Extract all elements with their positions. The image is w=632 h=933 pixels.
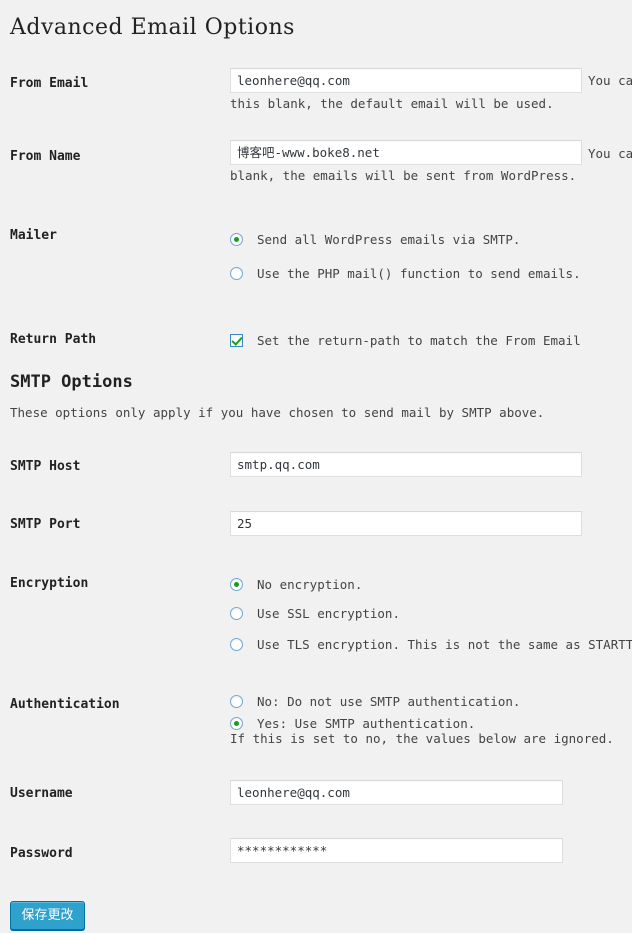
from-email-input[interactable]: leonhere@qq.com bbox=[230, 68, 582, 93]
smtp-host-input[interactable]: smtp.qq.com bbox=[230, 452, 582, 477]
username-label: Username bbox=[10, 786, 73, 801]
return-path-checkbox-row[interactable]: Set the return-path to match the From Em… bbox=[230, 331, 581, 349]
radio-icon[interactable] bbox=[230, 266, 243, 280]
radio-icon[interactable] bbox=[230, 637, 243, 651]
radio-icon[interactable] bbox=[230, 606, 243, 620]
authentication-option-yes-label: Yes: Use SMTP authentication. bbox=[257, 715, 476, 731]
mailer-option-phpmail[interactable]: Use the PHP mail() function to send emai… bbox=[230, 264, 581, 282]
advanced-email-options-page: Advanced Email Options From Email leonhe… bbox=[0, 0, 632, 933]
smtp-options-heading: SMTP Options bbox=[10, 372, 133, 392]
password-input[interactable]: ************ bbox=[230, 838, 563, 863]
smtp-options-intro: These options only apply if you have cho… bbox=[10, 405, 545, 420]
from-email-hint: this blank, the default email will be us… bbox=[230, 96, 554, 111]
mailer-label: Mailer bbox=[10, 228, 57, 243]
smtp-host-label: SMTP Host bbox=[10, 459, 81, 474]
page-title: Advanced Email Options bbox=[10, 15, 295, 40]
from-email-label: From Email bbox=[10, 76, 89, 91]
from-name-side-hint: You ca bbox=[588, 146, 632, 161]
encryption-option-none[interactable]: No encryption. bbox=[230, 575, 362, 593]
mailer-option-phpmail-label: Use the PHP mail() function to send emai… bbox=[257, 265, 581, 281]
smtp-port-label: SMTP Port bbox=[10, 517, 81, 532]
from-name-hint: blank, the emails will be sent from Word… bbox=[230, 168, 577, 183]
from-name-label: From Name bbox=[10, 149, 81, 164]
encryption-option-none-label: No encryption. bbox=[257, 576, 363, 592]
encryption-option-ssl[interactable]: Use SSL encryption. bbox=[230, 604, 400, 622]
username-input[interactable]: leonhere@qq.com bbox=[230, 780, 563, 805]
password-label: Password bbox=[10, 846, 73, 861]
smtp-port-input[interactable]: 25 bbox=[230, 511, 582, 536]
authentication-option-yes[interactable]: Yes: Use SMTP authentication. bbox=[230, 714, 475, 732]
mailer-option-smtp[interactable]: Send all WordPress emails via SMTP. bbox=[230, 230, 520, 248]
checkbox-icon[interactable] bbox=[230, 333, 243, 347]
encryption-option-ssl-label: Use SSL encryption. bbox=[257, 605, 400, 621]
save-changes-button[interactable]: 保存更改 bbox=[10, 901, 85, 930]
encryption-option-tls[interactable]: Use TLS encryption. This is not the same… bbox=[230, 635, 632, 653]
from-email-side-hint: You ca bbox=[588, 73, 632, 88]
from-name-input[interactable]: 博客吧-www.boke8.net bbox=[230, 140, 582, 165]
encryption-label: Encryption bbox=[10, 576, 89, 591]
authentication-option-no[interactable]: No: Do not use SMTP authentication. bbox=[230, 692, 520, 710]
return-path-label: Return Path bbox=[10, 332, 97, 347]
authentication-label: Authentication bbox=[10, 697, 120, 712]
mailer-option-smtp-label: Send all WordPress emails via SMTP. bbox=[257, 231, 521, 247]
authentication-note: If this is set to no, the values below a… bbox=[230, 731, 614, 746]
encryption-option-tls-label: Use TLS encryption. This is not the same… bbox=[257, 636, 632, 652]
radio-icon[interactable] bbox=[230, 694, 243, 708]
authentication-option-no-label: No: Do not use SMTP authentication. bbox=[257, 693, 521, 709]
radio-icon[interactable] bbox=[230, 232, 243, 246]
radio-icon[interactable] bbox=[230, 716, 243, 730]
return-path-checkbox-label: Set the return-path to match the From Em… bbox=[257, 332, 581, 348]
radio-icon[interactable] bbox=[230, 577, 243, 591]
